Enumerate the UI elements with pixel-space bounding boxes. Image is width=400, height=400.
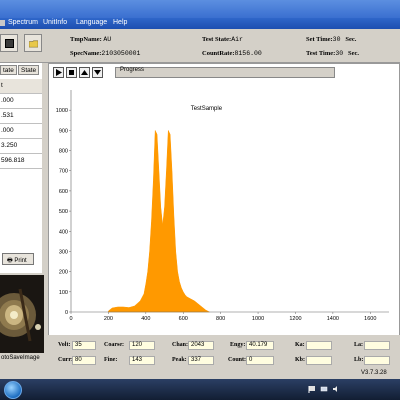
panel-scrollbar[interactable]	[42, 63, 46, 273]
chan-field: Chan:	[172, 342, 189, 348]
fine-value[interactable]: 143	[129, 356, 155, 365]
camera-image	[0, 275, 44, 353]
count-field: Count:	[228, 357, 247, 363]
x-tick-label: 1000	[252, 316, 264, 322]
progress-label: Progress	[120, 67, 145, 73]
y-tick-label: 500	[59, 209, 68, 215]
record-button[interactable]	[0, 34, 18, 52]
chart-title: TestSample	[191, 106, 223, 112]
results-panel: tate State t .000 .531 .000 3.250 596.81…	[0, 63, 44, 273]
y-tick-label: 700	[59, 169, 68, 175]
folder-icon	[29, 40, 38, 48]
menu-unitinfo[interactable]: UnitInfo	[43, 19, 67, 26]
speaker-icon[interactable]	[332, 385, 340, 393]
x-tick-label: 400	[141, 316, 150, 322]
fine-field: Fine:	[104, 357, 118, 363]
y-tick-label: 900	[59, 128, 68, 134]
lb-field: Lb:	[354, 357, 364, 363]
spectrum-chart[interactable]: 0 100 200 300 400 500 600 700 800 900 1000 0 200 400…	[49, 80, 399, 335]
kb-field: Kb:	[295, 357, 306, 363]
volt-value[interactable]: 35	[72, 341, 96, 350]
tmpname-field: TmpName: AU	[70, 36, 112, 43]
network-icon[interactable]	[320, 385, 328, 393]
play-icon	[56, 69, 62, 76]
curr-value[interactable]: 80	[72, 356, 96, 365]
window-titlebar	[0, 0, 400, 18]
la-field: La:	[354, 342, 363, 348]
parameter-panel: Volt: 35 Curr: 80 Coarse: 120 Fine: 143 …	[48, 337, 400, 367]
record-icon	[5, 39, 14, 48]
arrow-up-icon	[81, 70, 88, 75]
volt-field: Volt:	[58, 342, 71, 348]
engy-value[interactable]: 40.179	[246, 341, 274, 350]
results-row[interactable]: .531	[0, 109, 44, 124]
test-time-field: Test Time:30 Sec.	[306, 50, 360, 57]
stop-button[interactable]	[66, 67, 77, 78]
start-button[interactable]	[4, 381, 22, 399]
countrate-field: CountRate:8156.00	[202, 50, 262, 57]
version-label: V3.7.3.28	[361, 370, 387, 376]
coarse-field: Coarse:	[104, 342, 124, 348]
y-tick-label: 100	[59, 290, 68, 296]
ka-value[interactable]	[306, 341, 332, 350]
flag-icon[interactable]	[308, 385, 316, 393]
ka-field: Ka:	[295, 342, 305, 348]
spectrum-panel: Progress 0 100 200 300 400 500 600 700 800 900 100…	[48, 63, 400, 335]
peak-field: Peak:	[172, 357, 187, 363]
print-label: Print	[14, 258, 27, 264]
y-tick-label: 800	[59, 149, 68, 155]
toolbar: TmpName: AU SpecName:2103050001 Test Sta…	[0, 29, 400, 63]
y-tick-label: 300	[59, 249, 68, 255]
menu-help[interactable]: Help	[113, 19, 127, 26]
kb-value[interactable]	[306, 356, 332, 365]
results-tabs: tate State	[0, 65, 44, 76]
x-tick-label: 600	[179, 316, 188, 322]
progress-bar: Progress	[115, 67, 335, 78]
results-row[interactable]: 3.250	[0, 139, 44, 154]
curr-field: Curr:	[58, 357, 73, 363]
results-row[interactable]: t	[0, 79, 44, 94]
tab-state[interactable]: State	[18, 65, 40, 75]
x-tick-label: 1600	[364, 316, 376, 322]
x-tick-label: 1200	[289, 316, 301, 322]
results-row[interactable]: 596.818	[0, 154, 44, 169]
menu-spectrum[interactable]: Spectrum	[8, 19, 38, 26]
set-time-field: Set Time:30 Sec.	[306, 36, 357, 43]
menu-bar: Spectrum UnitInfo Language Help	[0, 18, 400, 29]
x-tick-label: 1400	[327, 316, 339, 322]
camera-preview	[0, 275, 44, 353]
count-value[interactable]: 0	[246, 356, 274, 365]
up-button[interactable]	[79, 67, 90, 78]
engy-field: Engy:	[230, 342, 246, 348]
y-tick-label: 0	[65, 310, 68, 316]
lb-value[interactable]	[364, 356, 390, 365]
y-tick-label: 400	[59, 229, 68, 235]
stop-icon	[69, 70, 74, 75]
y-tick-label: 200	[59, 270, 68, 276]
tab-tate[interactable]: tate	[0, 65, 17, 75]
x-tick-label: 0	[69, 316, 72, 322]
menu-language[interactable]: Language	[76, 19, 107, 26]
arrow-down-icon	[94, 70, 101, 75]
menu-system-icon[interactable]	[0, 20, 5, 26]
results-row[interactable]: .000	[0, 124, 44, 139]
coarse-value[interactable]: 120	[129, 341, 155, 350]
y-tick-label: 1000	[56, 108, 68, 114]
la-value[interactable]	[364, 341, 390, 350]
peak-value[interactable]: 337	[188, 356, 214, 365]
camera-caption: otoSaveImage	[0, 353, 44, 364]
specname-field: SpecName:2103050001	[70, 50, 141, 57]
chan-value[interactable]: 2043	[188, 341, 214, 350]
x-tick-label: 800	[216, 316, 225, 322]
open-button[interactable]	[24, 34, 42, 52]
printer-icon: 🖶	[7, 258, 13, 264]
taskbar	[0, 379, 400, 400]
y-tick-label: 600	[59, 189, 68, 195]
print-button[interactable]: 🖶 Print	[2, 253, 34, 265]
play-button[interactable]	[53, 67, 64, 78]
x-tick-label: 200	[104, 316, 113, 322]
test-state-field: Test State:Air	[202, 36, 243, 43]
results-row[interactable]: .000	[0, 94, 44, 109]
down-button[interactable]	[92, 67, 103, 78]
